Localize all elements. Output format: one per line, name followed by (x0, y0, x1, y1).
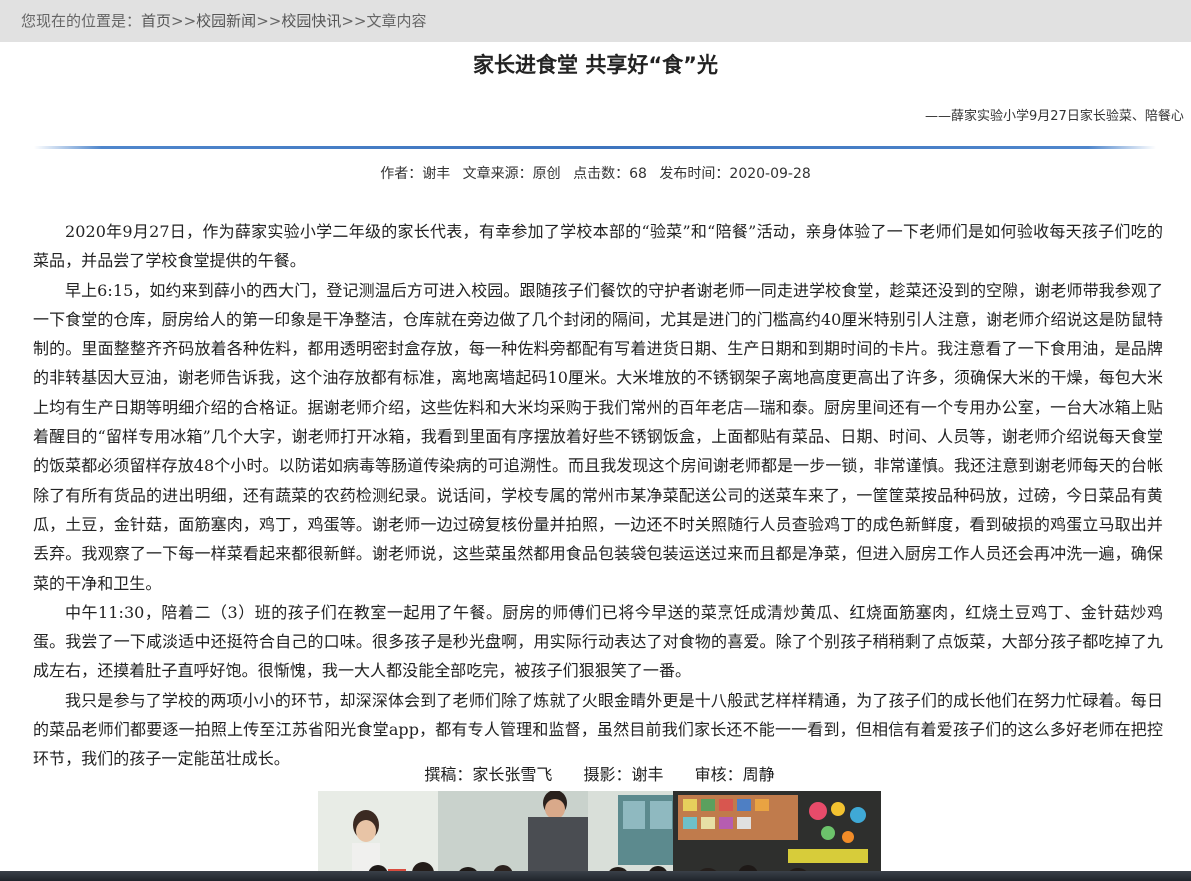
article-paragraph: 早上6:15，如约来到薛小的西大门，登记测温后方可进入校园。跟随孩子们餐饮的守护… (33, 280, 1163, 593)
breadcrumb-separator: >> (341, 12, 367, 30)
article-paragraph: 2020年9月27日，作为薛家实验小学二年级的家长代表，有幸参加了学校本部的“验… (33, 222, 1163, 271)
meta-author: 作者：谢丰 (380, 166, 451, 182)
breadcrumb-separator: >> (171, 12, 197, 30)
article-paragraph: 我只是参与了学校的两项小小的环节，却深深体会到了老师们除了炼就了火眼金睛外更是十… (33, 690, 1163, 769)
article-credits: 撰稿：家长张雪飞 摄影：谢丰 审核：周静 (0, 763, 1191, 787)
credit-photo: 摄影：谢丰 (583, 765, 664, 784)
breadcrumb-prefix: 您现在的位置是： (21, 12, 142, 30)
article-paragraph: 中午11:30，陪着二（3）班的孩子们在教室一起用了午餐。厨房的师傅们已将今早送… (33, 602, 1163, 681)
bottom-taskbar (0, 871, 1191, 881)
meta-date: 发布时间：2020-09-28 (659, 166, 811, 182)
credit-review: 审核：周静 (694, 765, 775, 784)
article-title: 家长进食堂 共享好“食”光 (473, 53, 718, 77)
meta-source: 文章来源：原创 (462, 166, 561, 182)
credit-writer: 撰稿：家长张雪飞 (424, 765, 553, 784)
breadcrumb-link-home[interactable]: 首页 (141, 12, 171, 30)
breadcrumb-separator: >> (256, 12, 282, 30)
article-subtitle: ——薛家实验小学9月27日家长验菜、陪餐心 (925, 109, 1184, 124)
article-meta: 作者：谢丰 文章来源：原创 点击数：68 发布时间：2020-09-28 (0, 163, 1191, 185)
article-body: 2020年9月27日，作为薛家实验小学二年级的家长代表，有幸参加了学校本部的“验… (33, 217, 1163, 774)
breadcrumb-link-campus-express[interactable]: 校园快讯 (281, 12, 341, 30)
breadcrumb-current: 文章内容 (366, 12, 427, 30)
breadcrumb-link-campus-news[interactable]: 校园新闻 (196, 12, 256, 30)
breadcrumb: 您现在的位置是：首页>>校园新闻>>校园快讯>>文章内容 (0, 0, 1191, 42)
meta-clicks: 点击数：68 (573, 166, 647, 182)
title-divider (34, 146, 1156, 149)
article-photo (318, 791, 881, 881)
